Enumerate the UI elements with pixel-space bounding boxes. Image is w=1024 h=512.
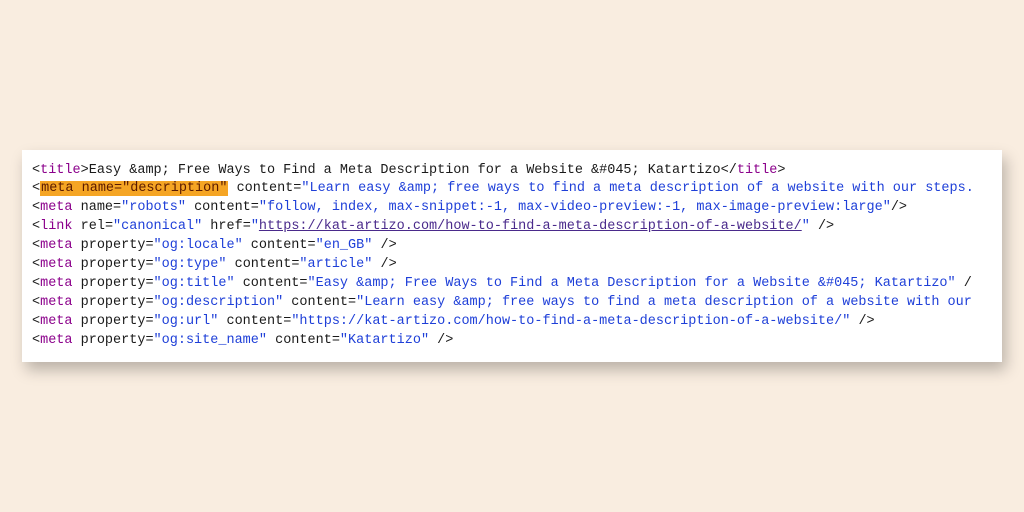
code-line: <meta name="description" content="Learn … bbox=[32, 180, 992, 199]
code-line: <meta name="robots" content="follow, ind… bbox=[32, 199, 992, 218]
tag-name: title bbox=[40, 163, 81, 178]
code-line: <meta property="og:description" content=… bbox=[32, 294, 992, 313]
code-line: <meta property="og:title" content="Easy … bbox=[32, 275, 992, 294]
code-snippet-card: <title>Easy &amp; Free Ways to Find a Me… bbox=[22, 150, 1002, 363]
code-line: <meta property="og:locale" content="en_G… bbox=[32, 237, 992, 256]
inner-text: Easy &amp; Free Ways to Find a Meta Desc… bbox=[89, 163, 721, 178]
code-line: <title>Easy &amp; Free Ways to Find a Me… bbox=[32, 162, 992, 181]
canonical-link[interactable]: https://kat-artizo.com/how-to-find-a-met… bbox=[259, 219, 802, 234]
code-line: <meta property="og:type" content="articl… bbox=[32, 256, 992, 275]
code-line: <meta property="og:url" content="https:/… bbox=[32, 313, 992, 332]
highlighted-text: meta name="description" bbox=[40, 181, 228, 196]
code-line: <link rel="canonical" href="https://kat-… bbox=[32, 218, 992, 237]
code-line: <meta property="og:site_name" content="K… bbox=[32, 332, 992, 351]
